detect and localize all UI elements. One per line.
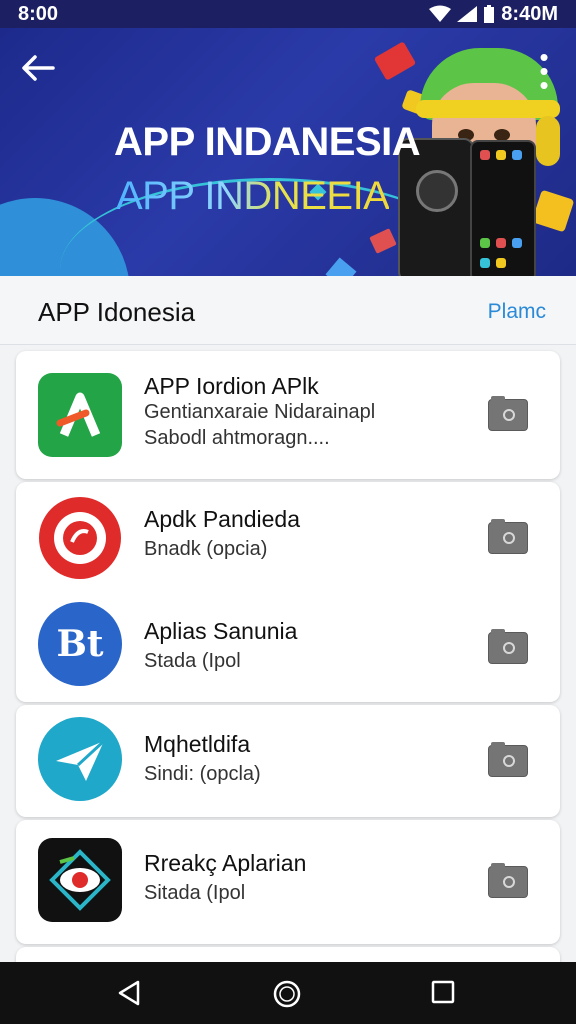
home-circle-icon[interactable]: [272, 979, 302, 1009]
section-title: APP Idonesia: [38, 297, 196, 327]
app-description: Bnadk (opcia): [144, 538, 268, 560]
app-description: Sitada (Ipol: [144, 882, 246, 904]
mini-app-icon: [512, 238, 522, 248]
camera-lens-icon: [416, 170, 458, 212]
mini-app-icon: [496, 258, 506, 268]
app-description: Stada (Ipol: [144, 650, 241, 672]
app-description: Sindi: (opcla): [144, 763, 261, 785]
folder-icon[interactable]: [488, 742, 528, 777]
status-icons: 8:40M: [429, 3, 558, 26]
hero-banner: • • • APP INDANESIA APP INDNEEIA: [0, 28, 576, 276]
app-card[interactable]: APP Iordion APlk Gentianxaraie Nidaraina…: [16, 351, 560, 479]
signal-icon: [457, 6, 478, 22]
recents-square-icon[interactable]: [430, 979, 456, 1005]
battery-icon: [484, 5, 495, 23]
app-card[interactable]: Mqhetldifa Sindi: (opcla): [16, 705, 560, 817]
mini-app-icon: [480, 150, 490, 160]
app-list-item[interactable]: Apdk Pandieda Bnadk (opcia): [16, 482, 560, 592]
folder-icon[interactable]: [488, 629, 528, 664]
app-description: Gentianxaraie Nidarainapl: [144, 401, 376, 423]
wifi-icon: [429, 5, 452, 22]
red-target-icon: [38, 496, 122, 580]
section-action-link[interactable]: Plamc: [488, 300, 546, 324]
overflow-menu-icon[interactable]: • • •: [536, 44, 552, 98]
banner-subtitle: APP INDNEEIA: [116, 174, 390, 218]
app-card[interactable]: Rreakç Aplarian Sitada (Ipol: [16, 820, 560, 944]
mini-app-icon: [496, 150, 506, 160]
system-navigation-bar: [0, 962, 576, 1024]
app-name: Rreakç Aplarian: [144, 850, 307, 876]
mini-app-icon: [480, 258, 490, 268]
mini-app-icon: [512, 150, 522, 160]
app-description-line2: Sabodl ahtmoragn....: [144, 427, 330, 449]
back-triangle-icon[interactable]: [116, 979, 142, 1007]
mini-app-icon: [480, 238, 490, 248]
decor-yellow-cube: [531, 189, 575, 233]
app-card-group: Apdk Pandieda Bnadk (opcia) Bt Aplias Sa…: [16, 482, 560, 702]
back-arrow-icon[interactable]: [18, 48, 58, 88]
bt-logo-icon: Bt: [38, 602, 122, 686]
mini-app-icon: [496, 238, 506, 248]
decor-red-card: [373, 41, 417, 81]
character-headphone: [536, 116, 560, 166]
banner-title: APP INDANESIA: [114, 120, 421, 164]
svg-text:Bt: Bt: [56, 623, 103, 665]
character-hatband: [416, 100, 560, 118]
app-list-item[interactable]: Bt Aplias Sanunia Stada (Ipol: [16, 592, 560, 702]
status-clock: 8:40M: [501, 2, 558, 25]
paper-plane-icon: [38, 717, 122, 801]
folder-icon[interactable]: [488, 396, 528, 431]
section-header: APP Idonesia Plamc: [0, 276, 576, 345]
folder-icon[interactable]: [488, 863, 528, 898]
status-bar: 8:00 8:40M: [0, 0, 576, 28]
eye-diamond-icon: [38, 838, 122, 922]
app-name: Apdk Pandieda: [144, 506, 301, 532]
phone-front-illustration: [470, 140, 536, 276]
app-name: APP Iordion APlk: [144, 373, 319, 399]
status-time: 8:00: [18, 2, 59, 25]
green-arrow-icon: [38, 373, 122, 457]
folder-icon[interactable]: [488, 519, 528, 554]
app-name: Mqhetldifa: [144, 731, 251, 757]
app-name: Aplias Sanunia: [144, 618, 298, 644]
